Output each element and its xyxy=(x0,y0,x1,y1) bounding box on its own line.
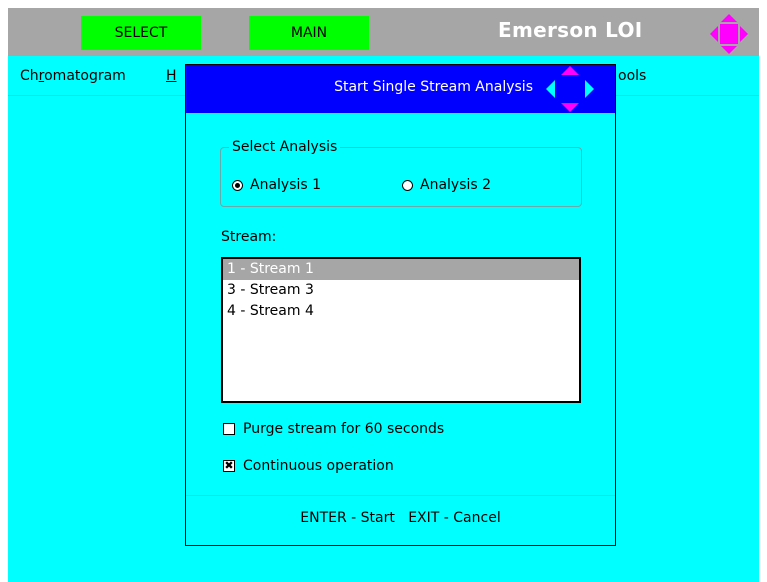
dialog-navigation-diamond-icon[interactable] xyxy=(544,65,596,113)
stream-listbox[interactable]: 1 - Stream 1 3 - Stream 3 4 - Stream 4 xyxy=(221,257,581,403)
brand-title: Emerson LOI xyxy=(498,18,643,42)
continuous-label: Continuous operation xyxy=(243,458,394,474)
analysis-1-label: Analysis 1 xyxy=(250,177,322,193)
stream-list-item[interactable]: 3 - Stream 3 xyxy=(223,280,579,301)
select-analysis-legend: Select Analysis xyxy=(232,139,338,155)
purge-checkbox[interactable]: Purge stream for 60 seconds xyxy=(223,421,444,437)
select-button[interactable]: SELECT xyxy=(81,16,201,50)
dialog-title-bar: Start Single Stream Analysis xyxy=(186,65,615,113)
top-bar: SELECT MAIN Emerson LOI xyxy=(8,8,759,56)
stream-list-item[interactable]: 4 - Stream 4 xyxy=(223,301,579,322)
radio-unselected-icon xyxy=(402,179,413,191)
select-analysis-group: Select Analysis xyxy=(220,139,582,207)
checkbox-checked-icon: ✖ xyxy=(223,459,235,472)
app-frame: SELECT MAIN Emerson LOI Chromatogram H o… xyxy=(8,8,759,582)
dialog-separator xyxy=(186,495,615,496)
purge-label: Purge stream for 60 seconds xyxy=(243,421,445,437)
radio-selected-icon xyxy=(232,179,243,191)
checkbox-unchecked-icon xyxy=(223,423,235,435)
analysis-1-radio[interactable]: Analysis 1 xyxy=(232,177,321,193)
main-button[interactable]: MAIN xyxy=(249,16,369,50)
analysis-2-label: Analysis 2 xyxy=(420,177,492,193)
continuous-checkbox[interactable]: ✖ Continuous operation xyxy=(223,458,394,474)
analysis-2-radio[interactable]: Analysis 2 xyxy=(402,177,491,193)
stream-label: Stream: xyxy=(221,229,277,245)
menu-chromatogram[interactable]: Chromatogram xyxy=(20,68,126,84)
navigation-diamond-icon[interactable] xyxy=(708,12,750,56)
dialog-title: Start Single Stream Analysis xyxy=(334,79,533,95)
single-stream-dialog: Start Single Stream Analysis Select Anal… xyxy=(185,64,616,546)
stream-list-item[interactable]: 1 - Stream 1 xyxy=(223,259,579,280)
dialog-footer-hint: ENTER - Start EXIT - Cancel xyxy=(300,510,501,526)
menu-item-hidden[interactable]: H xyxy=(166,68,177,84)
menu-tools[interactable]: ools xyxy=(618,68,646,84)
